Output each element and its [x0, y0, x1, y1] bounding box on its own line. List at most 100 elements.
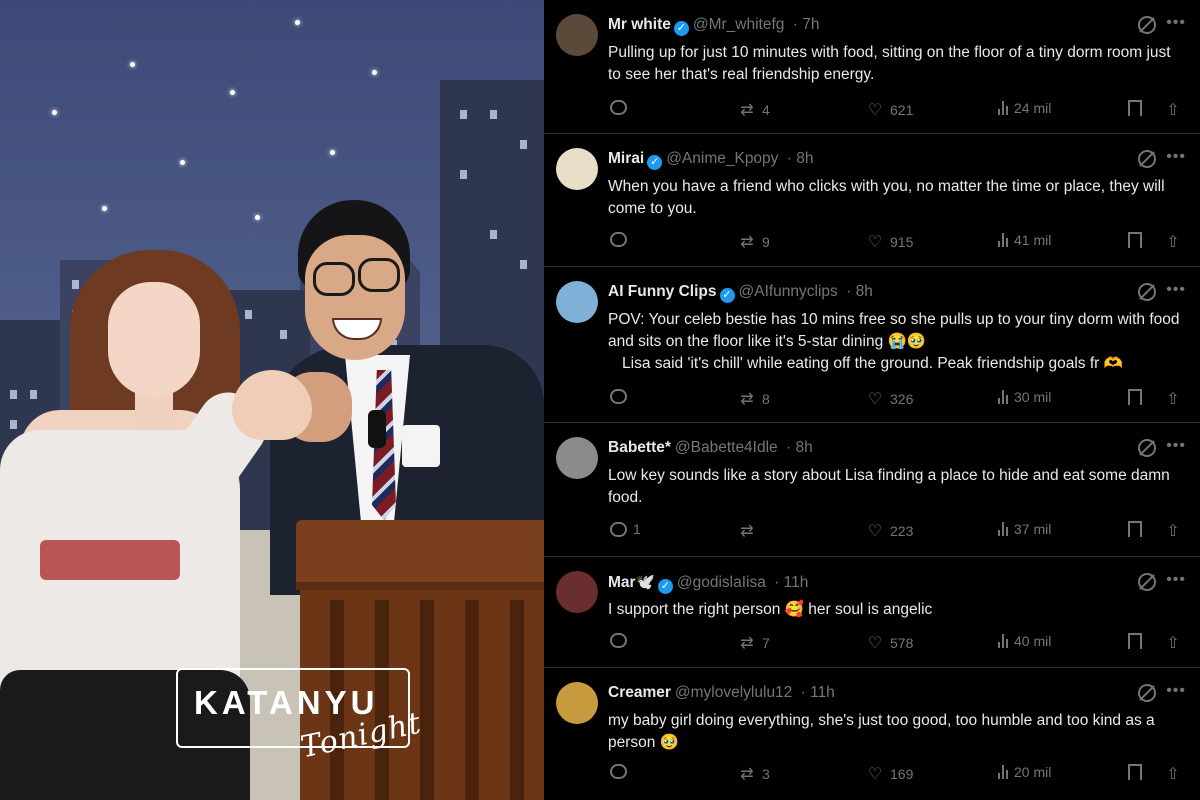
more-options-icon[interactable]: •••	[1166, 682, 1186, 700]
tweet[interactable]: Mar🕊️ ✓ @godislaIisa · 11h ••• I support t…	[544, 557, 1200, 668]
repost-button[interactable]: ⇄ 9	[738, 232, 770, 252]
tweet-time[interactable]: · 11h	[774, 574, 808, 591]
tweet[interactable]: Mr white ✓ @Mr_whitefg · 7h ••• Pulling up…	[544, 0, 1200, 134]
grok-icon[interactable]	[1138, 684, 1156, 702]
tweet[interactable]: Mirai ✓ @Anime_Kpopy · 8h ••• When you hav…	[544, 134, 1200, 267]
user-name[interactable]: Mr white	[608, 16, 671, 33]
reply-button[interactable]	[610, 100, 633, 115]
repost-icon: ⇄	[740, 391, 754, 408]
views-icon	[998, 101, 1008, 115]
star	[372, 70, 377, 75]
views-button[interactable]: 41 mil	[998, 232, 1051, 248]
tweet-time[interactable]: · 8h	[786, 439, 813, 456]
more-options-icon[interactable]: •••	[1166, 437, 1186, 455]
user-name[interactable]: Babette*	[608, 439, 671, 456]
views-button[interactable]: 20 mil	[998, 764, 1051, 780]
avatar[interactable]	[556, 571, 598, 613]
avatar[interactable]	[556, 682, 598, 724]
bookmark-button[interactable]	[1128, 389, 1142, 405]
repost-icon: ⇄	[740, 766, 754, 783]
views-button[interactable]: 30 mil	[998, 389, 1051, 405]
share-icon: ⇧	[1166, 766, 1180, 783]
like-button[interactable]: ♡ 326	[866, 389, 914, 409]
share-button[interactable]: ⇧	[1164, 100, 1182, 120]
more-options-icon[interactable]: •••	[1166, 571, 1186, 589]
repost-button[interactable]: ⇄ 3	[738, 764, 770, 784]
tweet[interactable]: Creamer @mylovelylulu12 · 11h ••• my baby…	[544, 668, 1200, 800]
user-handle[interactable]: @Babette4Idle	[675, 439, 778, 456]
reply-button[interactable]	[610, 389, 633, 404]
bookmark-button[interactable]	[1128, 764, 1142, 780]
reply-button[interactable]	[610, 232, 633, 247]
star	[230, 90, 235, 95]
like-button[interactable]: ♡ 223	[866, 521, 914, 541]
views-count: 41 mil	[1014, 232, 1052, 248]
tweet-header: Babette* @Babette4Idle · 8h	[608, 439, 1190, 461]
tweet-text-line: Lisa said 'it's chill' while eating off …	[622, 355, 1123, 372]
tweet-actions: ⇄ 3 ♡ 169 20 mil ⇧	[608, 764, 1186, 786]
like-button[interactable]: ♡ 169	[866, 764, 914, 784]
tweet-time[interactable]: · 8h	[846, 283, 873, 300]
grok-icon[interactable]	[1138, 283, 1156, 301]
bookmark-button[interactable]	[1128, 232, 1142, 248]
bookmark-button[interactable]	[1128, 100, 1142, 116]
more-options-icon[interactable]: •••	[1166, 281, 1186, 299]
like-button[interactable]: ♡ 578	[866, 633, 914, 653]
user-name[interactable]: Mar🕊️	[608, 574, 655, 591]
like-count: 915	[890, 234, 914, 250]
user-handle[interactable]: @Anime_Kpopy	[666, 150, 778, 167]
bookmark-button[interactable]	[1128, 521, 1142, 537]
user-name[interactable]: Mirai	[608, 150, 644, 167]
reply-button[interactable]	[610, 633, 633, 648]
repost-button[interactable]: ⇄ 7	[738, 633, 770, 653]
views-button[interactable]: 40 mil	[998, 633, 1051, 649]
views-count: 37 mil	[1014, 521, 1052, 537]
tweet-text: my baby girl doing everything, she's jus…	[608, 712, 1155, 751]
avatar[interactable]	[556, 148, 598, 190]
grok-icon[interactable]	[1138, 573, 1156, 591]
heart-icon: ♡	[867, 635, 883, 652]
reply-button[interactable]: 1	[610, 521, 641, 537]
views-icon	[998, 522, 1008, 536]
grok-icon[interactable]	[1138, 16, 1156, 34]
share-button[interactable]: ⇧	[1164, 521, 1182, 541]
more-options-icon[interactable]: •••	[1166, 14, 1186, 32]
like-button[interactable]: ♡ 915	[866, 232, 914, 252]
views-button[interactable]: 37 mil	[998, 521, 1051, 537]
bookmark-icon	[1128, 521, 1142, 537]
user-handle[interactable]: @AIfunnyclips	[739, 283, 838, 300]
user-handle[interactable]: @Mr_whitefg	[693, 16, 785, 33]
heart-icon: ♡	[867, 102, 883, 119]
share-button[interactable]: ⇧	[1164, 389, 1182, 409]
grok-icon[interactable]	[1138, 439, 1156, 457]
tweet-time[interactable]: · 7h	[793, 16, 820, 33]
share-button[interactable]: ⇧	[1164, 232, 1182, 252]
views-button[interactable]: 24 mil	[998, 100, 1051, 116]
repost-button[interactable]: ⇄ 4	[738, 100, 770, 120]
like-count: 169	[890, 766, 914, 782]
star	[295, 20, 300, 25]
tweet[interactable]: Babette* @Babette4Idle · 8h ••• Low key s…	[544, 423, 1200, 557]
repost-button[interactable]: ⇄	[738, 521, 762, 541]
tweet-time[interactable]: · 11h	[801, 684, 835, 701]
avatar[interactable]	[556, 437, 598, 479]
reply-button[interactable]	[610, 764, 633, 779]
tweet[interactable]: AI Funny Clips ✓ @AIfunnyclips · 8h ••• PO…	[544, 267, 1200, 423]
more-options-icon[interactable]: •••	[1166, 148, 1186, 166]
watch-icon	[368, 410, 386, 448]
views-count: 20 mil	[1014, 764, 1052, 780]
user-handle[interactable]: @mylovelylulu12	[675, 684, 792, 701]
repost-button[interactable]: ⇄ 8	[738, 389, 770, 409]
user-name[interactable]: AI Funny Clips	[608, 283, 717, 300]
share-button[interactable]: ⇧	[1164, 633, 1182, 653]
bookmark-button[interactable]	[1128, 633, 1142, 649]
avatar[interactable]	[556, 281, 598, 323]
bookmark-icon	[1128, 100, 1142, 116]
avatar[interactable]	[556, 14, 598, 56]
grok-icon[interactable]	[1138, 150, 1156, 168]
share-button[interactable]: ⇧	[1164, 764, 1182, 784]
tweet-time[interactable]: · 8h	[787, 150, 814, 167]
user-handle[interactable]: @godislaIisa	[677, 574, 766, 591]
user-name[interactable]: Creamer	[608, 684, 671, 701]
like-button[interactable]: ♡ 621	[866, 100, 914, 120]
